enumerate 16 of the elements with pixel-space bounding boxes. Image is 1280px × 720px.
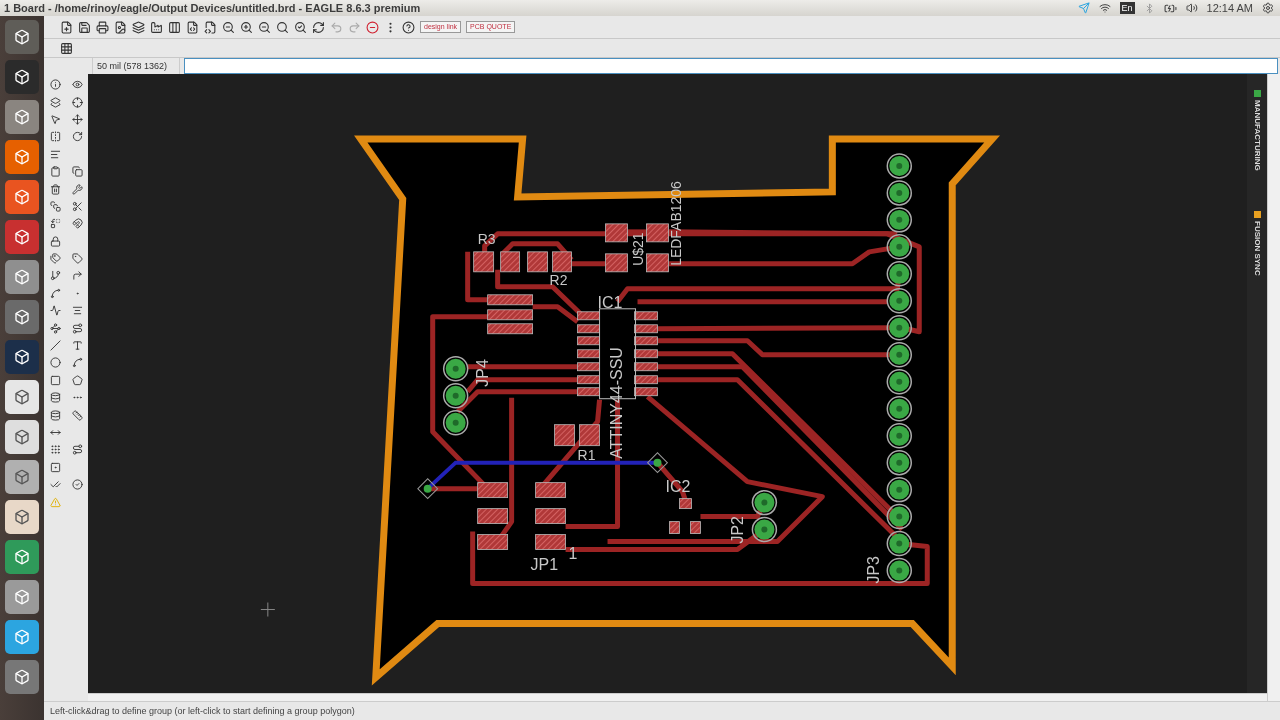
component-label: JP3 bbox=[865, 556, 883, 584]
keyboard-layout-indicator[interactable]: En bbox=[1119, 2, 1135, 14]
component-label: LEDFAB1206 bbox=[668, 181, 685, 266]
window-title: 1 Board - /home/rinoy/eagle/Output Devices/untitled.brd - EAGLE 8.6.3 premium bbox=[4, 2, 421, 14]
clock[interactable]: 12:14 AM bbox=[1206, 2, 1253, 14]
component-label: R1 bbox=[577, 446, 596, 463]
side-panel-tab[interactable]: MANUFACTURING bbox=[1252, 100, 1262, 171]
component-label: JP1 bbox=[530, 555, 559, 573]
component-label: JP2 bbox=[729, 516, 747, 544]
component-label: ATTINY44-SSU bbox=[607, 347, 625, 459]
component-label: R2 bbox=[549, 271, 568, 288]
status-message: Left-click&drag to define group (or left-click to start defining a group polygon) bbox=[44, 701, 1280, 720]
component-label: U$21 bbox=[629, 232, 646, 266]
component-label: IC1 bbox=[597, 293, 623, 311]
component-label: JP4 bbox=[473, 359, 491, 387]
side-panel-tab[interactable]: FUSION SYNC bbox=[1252, 220, 1262, 276]
